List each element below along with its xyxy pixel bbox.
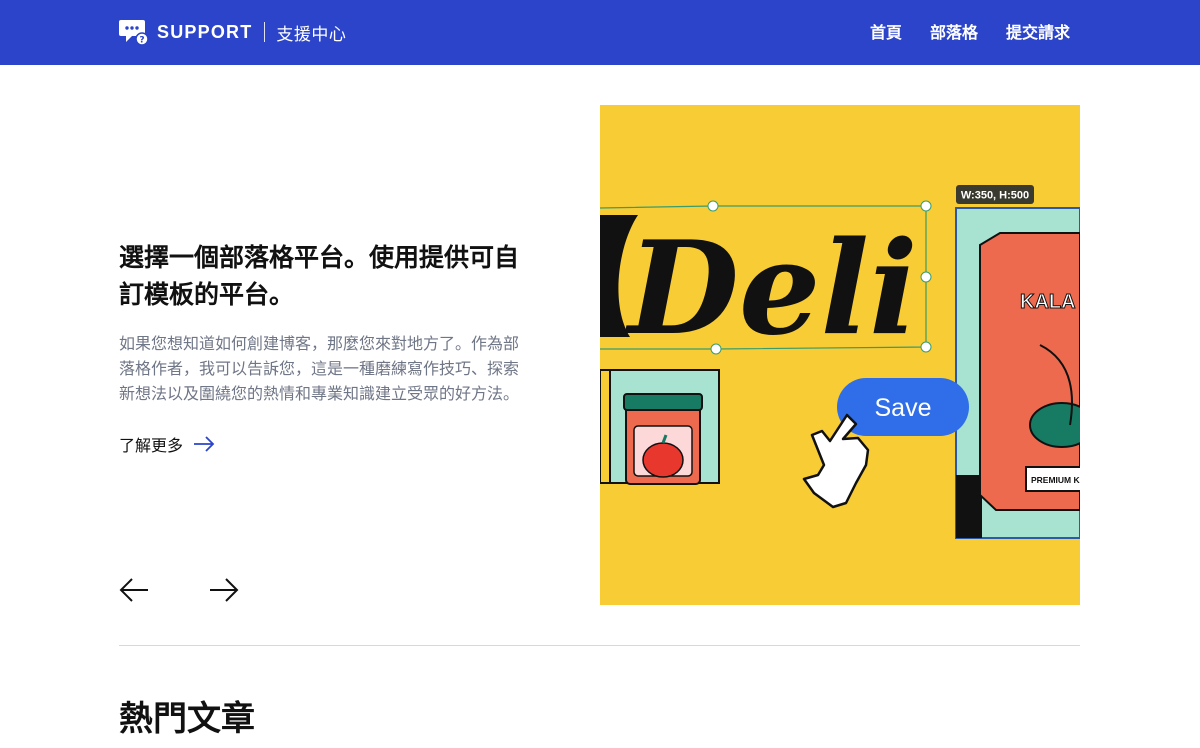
popular-articles-title: 熱門文章 bbox=[119, 699, 255, 739]
site-header: ? SUPPORT 支援中心 首頁 部落格 提交請求 bbox=[0, 0, 1200, 65]
hero-illustration: Deli W:350, H:500 KALA PREMIUM KA bbox=[600, 105, 1080, 605]
brand[interactable]: ? SUPPORT 支援中心 bbox=[119, 17, 346, 47]
nav-blog[interactable]: 部落格 bbox=[930, 19, 978, 43]
brand-divider bbox=[264, 22, 266, 42]
chat-bubble-question-icon: ? bbox=[119, 20, 149, 46]
save-button-illustration: Save bbox=[837, 378, 969, 436]
can-brand: KALA bbox=[1020, 291, 1076, 313]
section-divider bbox=[119, 645, 1080, 646]
slider-prev-button[interactable] bbox=[117, 575, 151, 605]
dimension-tag: W:350, H:500 bbox=[961, 190, 1029, 202]
nav-home[interactable]: 首頁 bbox=[870, 19, 902, 43]
jar-panel bbox=[600, 369, 720, 485]
hero-title: 選擇一個部落格平台。使用提供可自訂模板的平台。 bbox=[119, 243, 520, 309]
brand-subtitle: 支援中心 bbox=[276, 24, 347, 45]
svg-text:?: ? bbox=[139, 36, 144, 46]
brand-name: SUPPORT bbox=[157, 21, 253, 42]
save-label: Save bbox=[875, 394, 932, 422]
arrow-right-icon bbox=[194, 436, 215, 452]
hero-description: 如果您想知道如何創建博客，那麼您來對地方了。作為部落格作者，我可以告訴您，這是一… bbox=[119, 334, 519, 403]
can-label: PREMIUM KA bbox=[1031, 475, 1080, 485]
arrow-left-icon bbox=[119, 578, 148, 602]
deli-illustration: Deli W:350, H:500 KALA PREMIUM KA bbox=[600, 105, 1080, 605]
nav-submit-request[interactable]: 提交請求 bbox=[1006, 19, 1070, 43]
can-panel: KALA PREMIUM KA bbox=[955, 207, 1080, 539]
main-nav: 首頁 部落格 提交請求 bbox=[870, 19, 1070, 43]
arrow-right-icon bbox=[210, 578, 239, 602]
read-more-link[interactable]: 了解更多 bbox=[119, 432, 215, 456]
deli-headline: Deli bbox=[625, 214, 918, 364]
read-more-label: 了解更多 bbox=[119, 436, 184, 455]
slider-next-button[interactable] bbox=[207, 575, 241, 605]
